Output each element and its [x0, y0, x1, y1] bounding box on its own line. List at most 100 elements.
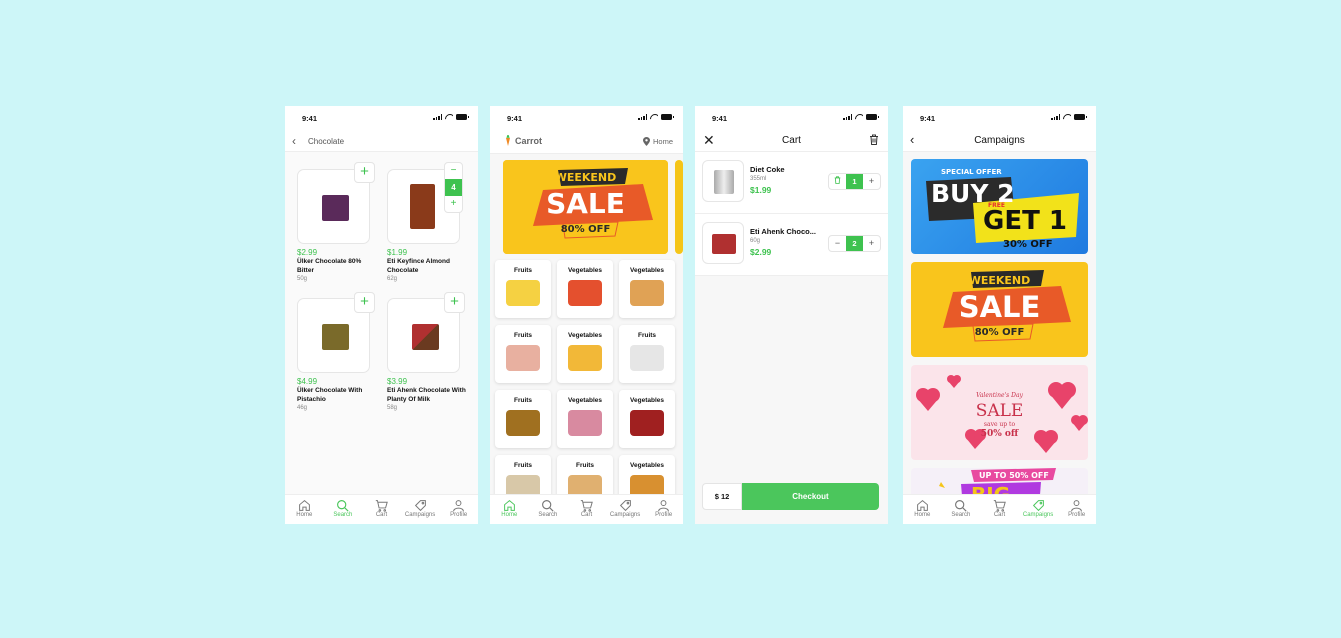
chocolate-image — [412, 324, 439, 350]
tab-profile[interactable]: Profile — [644, 495, 683, 524]
campaign-banner[interactable]: WEEKEND SALE 80% OFF — [911, 262, 1088, 357]
campaign-line1: Valentine's Day — [976, 392, 1023, 399]
category-label: Fruits — [575, 462, 595, 469]
category-label: Vegetables — [568, 397, 602, 404]
quantity-stepper[interactable]: 1 + — [828, 173, 881, 190]
category-label: Vegetables — [630, 462, 664, 469]
category-tile[interactable]: Fruits — [619, 325, 675, 383]
tab-search[interactable]: Search — [529, 495, 568, 524]
tab-profile[interactable]: Profile — [439, 495, 478, 524]
tab-campaigns[interactable]: Campaigns — [401, 495, 440, 524]
tab-home[interactable]: Home — [285, 495, 324, 524]
wifi-icon — [1063, 114, 1071, 120]
item-price: $2.99 — [750, 247, 772, 257]
location-selector[interactable]: Home — [642, 137, 673, 146]
status-time: 9:41 — [507, 114, 523, 123]
tab-label: Home — [501, 512, 518, 518]
checkout-bar: $ 12 Checkout — [702, 483, 879, 510]
category-tile[interactable]: Vegetables — [557, 390, 613, 448]
category-image — [568, 345, 602, 371]
tab-home[interactable]: Home — [903, 495, 942, 524]
wifi-icon — [855, 114, 863, 120]
category-tile[interactable]: Fruits — [557, 455, 613, 494]
search-icon — [542, 499, 554, 512]
search-bar[interactable]: ‹ Chocolate — [285, 128, 478, 152]
item-size: 60g — [750, 238, 761, 244]
battery-icon — [866, 114, 879, 120]
tab-label: Home — [914, 512, 931, 518]
search-input[interactable]: Chocolate — [308, 137, 344, 146]
campaign-line1: UP TO 50% OFF — [979, 471, 1049, 480]
category-image — [630, 475, 664, 494]
trash-icon[interactable] — [869, 134, 879, 145]
back-arrow-icon[interactable]: ‹ — [292, 134, 296, 148]
quantity-stepper[interactable]: − 2 + — [828, 235, 881, 252]
next-banner[interactable] — [675, 160, 683, 254]
tab-cart[interactable]: Cart — [362, 495, 401, 524]
category-tile[interactable]: Vegetables — [619, 390, 675, 448]
tab-campaigns[interactable]: Campaigns — [606, 495, 645, 524]
status-bar: 9:41 — [903, 106, 1096, 128]
promo-banner[interactable]: WEEKEND SALE 80% OFF — [503, 160, 668, 254]
quantity-value: 1 — [846, 174, 863, 189]
category-tile[interactable]: Vegetables — [619, 260, 675, 318]
category-tile[interactable]: Fruits — [495, 455, 551, 494]
category-image — [506, 475, 540, 494]
cart-item[interactable]: Eti Ahenk Choco... 60g $2.99 − 2 + — [695, 214, 888, 276]
category-label: Fruits — [513, 332, 533, 339]
tab-cart[interactable]: Cart — [980, 495, 1019, 524]
category-tile[interactable]: Fruits — [495, 325, 551, 383]
product-card[interactable]: $2.99 Ülker Chocolate 80% Bitter 50g — [297, 169, 377, 282]
campaign-banner[interactable]: UP TO 50% OFF BIG — [911, 468, 1088, 494]
category-label: Fruits — [637, 332, 657, 339]
home-icon — [298, 499, 310, 511]
item-image — [702, 160, 744, 202]
home-header: Carrot Home — [490, 128, 683, 154]
campaign-banner[interactable]: SPECIAL OFFER BUY 2 FREE GET 1 30% OFF — [911, 159, 1088, 254]
increment-button[interactable]: + — [445, 196, 462, 212]
status-bar: 9:41 — [285, 106, 478, 128]
cart-item[interactable]: Diet Coke 355ml $1.99 1 + — [695, 152, 888, 214]
brand-name: Carrot — [515, 135, 543, 146]
tab-label: Campaigns — [609, 512, 641, 518]
category-image — [568, 410, 602, 436]
campaign-line4: 50% off — [980, 429, 1019, 439]
add-to-cart-button[interactable]: + — [444, 292, 465, 313]
category-tile[interactable]: Fruits — [495, 260, 551, 318]
add-to-cart-button[interactable]: + — [354, 292, 375, 313]
quantity-stepper[interactable]: − 4 + — [444, 162, 463, 213]
decrement-button[interactable]: − — [829, 236, 846, 251]
category-image — [630, 410, 664, 436]
category-tile[interactable]: Fruits — [495, 390, 551, 448]
category-label: Vegetables — [568, 267, 602, 274]
increment-button[interactable]: + — [863, 174, 880, 189]
chocolate-image — [410, 184, 435, 229]
product-card[interactable]: $4.99 Ülker Chocolate With Pistachio 46g — [297, 298, 377, 411]
tab-search[interactable]: Search — [324, 495, 363, 524]
tab-cart[interactable]: Cart — [567, 495, 606, 524]
tab-search[interactable]: Search — [942, 495, 981, 524]
product-grid: $2.99 Ülker Chocolate 80% Bitter 50g + $… — [285, 152, 478, 494]
tab-profile[interactable]: Profile — [1057, 495, 1096, 524]
decrement-button[interactable]: − — [445, 163, 462, 179]
checkout-button[interactable]: Checkout — [742, 483, 879, 510]
remove-item-button[interactable] — [829, 174, 846, 189]
category-tile[interactable]: Vegetables — [557, 260, 613, 318]
add-to-cart-button[interactable]: + — [354, 162, 375, 183]
category-label: Vegetables — [630, 397, 664, 404]
increment-button[interactable]: + — [863, 236, 880, 251]
carrot-icon — [506, 135, 510, 146]
category-image — [506, 410, 540, 436]
campaign-line2: SALE — [975, 401, 1024, 421]
tab-campaigns[interactable]: Campaigns — [1019, 495, 1058, 524]
tab-home[interactable]: Home — [490, 495, 529, 524]
brand-logo: Carrot — [504, 135, 542, 146]
product-name: Ülker Chocolate With Pistachio — [297, 387, 363, 403]
category-tile[interactable]: Vegetables — [557, 325, 613, 383]
campaigns-header: ‹ Campaigns — [903, 128, 1096, 152]
product-weight: 46g — [297, 405, 308, 411]
campaign-banner[interactable]: Valentine's Day SALE save up to 50% off — [911, 365, 1088, 460]
product-card[interactable]: $3.99 Eti Ahenk Chocolate With Planty Of… — [387, 298, 467, 411]
category-tile[interactable]: Vegetables — [619, 455, 675, 494]
item-image — [702, 222, 744, 264]
